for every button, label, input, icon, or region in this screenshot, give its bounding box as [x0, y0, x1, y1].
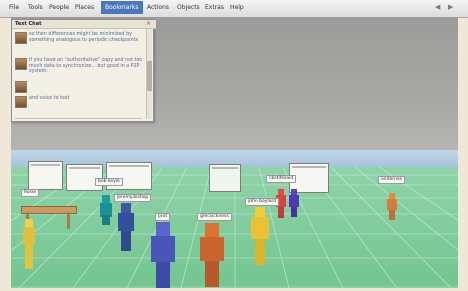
avatar-teal[interactable] [100, 195, 112, 225]
text-chat-panel[interactable]: Text Chat × so then differences might be… [11, 19, 156, 122]
menu-help[interactable]: Help [228, 3, 246, 13]
forward-icon[interactable]: ▶ [448, 3, 453, 11]
avatar-blue-front[interactable] [151, 222, 175, 288]
chat-scroll-thumb[interactable] [147, 61, 152, 91]
avatar-purple[interactable] [289, 189, 299, 217]
name-tag: gmcsickness [197, 213, 232, 221]
chat-message: and voice to text [15, 96, 143, 108]
name-tag: bob keyle [95, 178, 123, 186]
chat-message-text: and voice to text [29, 96, 70, 101]
name-tag: andernes [378, 176, 405, 184]
table-leg [67, 212, 70, 229]
3d-viewport[interactable]: Rosie bob keyle jeremy.bishop prot gmcsi… [11, 17, 458, 288]
avatar-icon [15, 96, 27, 108]
avatar-icon [15, 81, 27, 93]
chat-scrollbar[interactable] [146, 29, 152, 119]
close-icon[interactable]: × [146, 20, 151, 28]
menu-tools[interactable]: Tools [26, 3, 45, 13]
avatar-icon [15, 32, 27, 44]
chat-message [15, 81, 143, 93]
avatar-orange-front[interactable] [200, 223, 224, 287]
chat-message: so then differences might be minimized b… [15, 32, 143, 48]
chat-message-text: so then differences might be minimized b… [29, 32, 139, 43]
avatar-icon [15, 58, 27, 70]
picture-board[interactable] [209, 164, 241, 192]
chat-message-text: if you have an "authoritative" copy and … [29, 58, 143, 75]
chat-title: Text Chat [12, 20, 156, 29]
menu-people[interactable]: People [47, 3, 71, 13]
menu-extras[interactable]: Extras [203, 3, 226, 13]
name-tag: prot [155, 213, 171, 221]
avatar-yellow-left[interactable] [23, 219, 35, 269]
name-tag: jeremy.bishop [114, 194, 152, 202]
back-icon[interactable]: ◀ [435, 3, 440, 11]
chat-message: if you have an "authoritative" copy and … [15, 58, 143, 78]
chat-input[interactable] [15, 118, 142, 119]
menu-bar: File Tools People Places Bookmarks Actio… [0, 0, 468, 18]
menu-objects[interactable]: Objects [175, 3, 202, 13]
avatar-navy[interactable] [118, 203, 134, 251]
avatar-orange-right[interactable] [387, 193, 397, 220]
name-tag: Rosie [21, 189, 40, 197]
name-tag: cbstifesaid [266, 175, 297, 183]
menu-file[interactable]: File [7, 3, 21, 13]
whiteboard-left[interactable] [28, 161, 63, 190]
menu-actions[interactable]: Actions [145, 3, 171, 13]
avatar-yellow-center[interactable] [251, 207, 269, 265]
name-tag: john boylard [245, 198, 280, 206]
app-frame: File Tools People Places Bookmarks Actio… [0, 0, 468, 291]
menu-places[interactable]: Places [73, 3, 96, 13]
menu-bookmarks[interactable]: Bookmarks [101, 1, 143, 14]
